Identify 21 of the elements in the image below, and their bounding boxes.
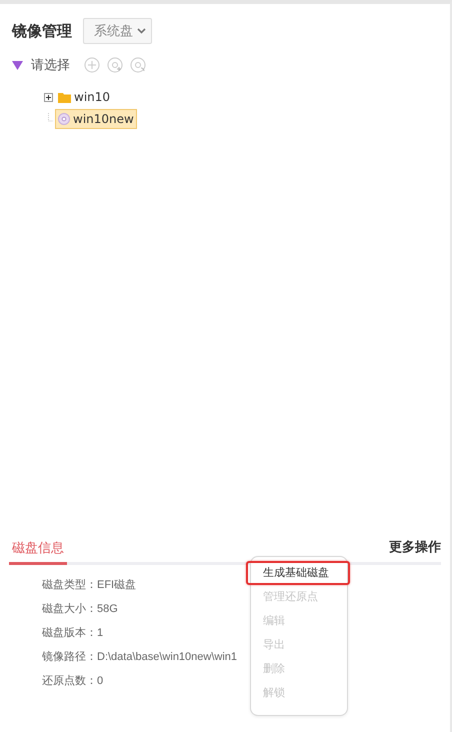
page-title: 镜像管理 <box>12 22 72 40</box>
info-row-text: 磁盘版本：1 <box>42 626 104 641</box>
info-row-text: 镜像路径：D:\data\base\win10new\win1 <box>42 650 238 665</box>
disk-type-dropdown[interactable]: 系统盘 <box>83 18 152 44</box>
chevron-down-icon <box>137 28 146 34</box>
menu-item[interactable]: 生成基础磁盘 <box>246 561 350 585</box>
more-actions-button[interactable]: 更多操作 <box>389 538 441 562</box>
expand-icon[interactable] <box>44 92 53 102</box>
folder-icon <box>58 92 71 102</box>
triangle-down-icon[interactable] <box>12 60 23 70</box>
info-row-text: 还原点数：0 <box>42 674 104 689</box>
tab[interactable]: 磁盘信息 <box>9 539 67 565</box>
add-disk-icon[interactable] <box>107 57 123 73</box>
tree-root-label: 请选择 <box>31 57 70 74</box>
add-icon[interactable] <box>84 57 100 73</box>
info-row-text: 磁盘大小：58G <box>42 602 118 617</box>
disc-icon <box>58 113 70 125</box>
info-row-text: 磁盘类型：EFI磁盘 <box>42 578 136 593</box>
tree-node[interactable]: win10 <box>55 87 114 107</box>
refresh-disk-icon[interactable] <box>130 57 146 73</box>
tree-node[interactable]: win10new <box>55 109 137 129</box>
